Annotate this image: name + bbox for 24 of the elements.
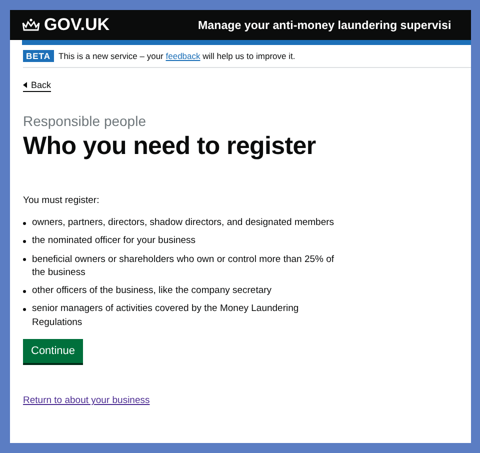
bullet-icon [23,308,26,311]
crown-icon [22,18,40,32]
list-item: senior managers of activities covered by the Money Laundering Regulations [32,302,300,330]
back-link[interactable]: Back [23,80,52,92]
continue-button[interactable]: Continue [23,339,84,364]
list-item: other officers of the business, like the company secretary [32,284,272,298]
feedback-link[interactable]: feedback [166,51,200,61]
bullet-icon [23,290,26,293]
bullet-icon [23,240,26,243]
return-link[interactable]: Return to about your business [23,395,150,406]
service-name[interactable]: Manage your anti-money laundering supervisi [198,18,452,32]
list-item: the nominated officer for your business [32,234,196,248]
phase-message: This is a new service – your feedback will help us to improve it. [58,51,296,61]
page-heading: Who you need to register [23,132,317,161]
bullet-icon [23,258,26,262]
govuk-logo[interactable]: GOV.UK [22,15,198,35]
caption: Responsible people [23,113,147,129]
logo-text: GOV.UK [44,15,110,35]
intro-text: You must register: [23,195,100,206]
list-item: beneficial owners or shareholders who own or control more than 25% of the business [32,252,336,280]
bullet-icon [23,222,26,224]
back-arrow-icon [23,82,27,88]
phase-tag: BETA [23,50,54,62]
list-item: owners, partners, directors, shadow directors, and designated members [32,216,334,230]
